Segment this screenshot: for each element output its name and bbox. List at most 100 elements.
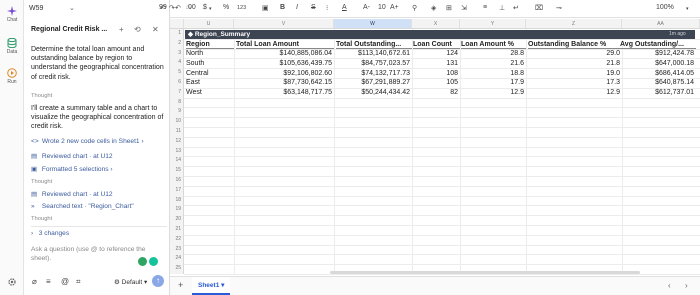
model-selector[interactable]: ⚙ Default ▾	[114, 278, 147, 286]
sheet-tab[interactable]: Sheet1 ▾	[192, 277, 231, 295]
wrap-text-icon[interactable]: ↵	[513, 4, 519, 12]
table-header[interactable]: Loan Amount %	[461, 40, 526, 49]
action-item[interactable]: <> Wrote 2 new code cells in Sheet1 ›	[31, 138, 144, 145]
row-header[interactable]: 15	[170, 166, 184, 176]
zoom-select[interactable]: 100%	[656, 4, 674, 11]
merge-cells-icon[interactable]: ⇲	[461, 4, 467, 12]
settings-sliders-icon[interactable]: ⌗	[76, 277, 81, 287]
table-header[interactable]: Total Outstanding...	[336, 40, 412, 49]
rail-item-run[interactable]: Run	[0, 68, 24, 85]
row-header[interactable]: 25	[170, 264, 184, 274]
grammarly-icon[interactable]	[149, 257, 158, 266]
database-icon[interactable]: ≡	[46, 277, 51, 286]
row-header[interactable]: 8	[170, 97, 184, 108]
fill-color-icon[interactable]: ◈	[431, 4, 436, 12]
table-header[interactable]: Avg Outstanding/...	[620, 40, 696, 49]
row-header[interactable]: 6	[170, 78, 184, 88]
table-cell[interactable]: 82	[412, 88, 460, 98]
align-left-icon[interactable]: ≡	[483, 4, 487, 11]
column-header[interactable]: U	[184, 19, 234, 29]
row-header[interactable]: 22	[170, 234, 184, 245]
table-header[interactable]: Outstanding Balance %	[528, 40, 622, 49]
row-header[interactable]: 1	[170, 29, 184, 39]
table-cell[interactable]: $84,757,023.57	[334, 59, 412, 69]
grammar-check-icon[interactable]	[138, 257, 147, 266]
row-header[interactable]: 20	[170, 215, 184, 225]
table-cell[interactable]: $87,730,642.15	[234, 78, 334, 88]
bold-button[interactable]: B	[280, 4, 285, 11]
font-size-value[interactable]: 10	[378, 4, 386, 11]
table-cell[interactable]: 131	[412, 59, 460, 69]
clear-format-icon[interactable]: ⌧	[535, 4, 543, 12]
table-title[interactable]: ◆ Region_Summary	[185, 30, 695, 39]
table-cell[interactable]: 19.0	[526, 69, 622, 79]
row-header[interactable]: 21	[170, 225, 184, 235]
attach-icon[interactable]: ⌀	[32, 277, 37, 286]
column-header[interactable]: W	[334, 19, 412, 29]
column-header[interactable]: V	[234, 19, 334, 29]
row-header[interactable]: 7	[170, 87, 184, 98]
row-header[interactable]: 11	[170, 127, 184, 137]
column-header[interactable]: Y	[460, 19, 526, 29]
table-cell[interactable]: $67,291,889.27	[334, 78, 412, 88]
currency-button[interactable]: $	[203, 4, 207, 11]
table-cell[interactable]: $912,424.78	[622, 49, 696, 59]
table-cell[interactable]: $74,132,717.73	[334, 69, 412, 79]
chevron-down-icon[interactable]: ▾	[686, 6, 689, 12]
save-icon[interactable]: ▣	[262, 4, 269, 12]
table-cell[interactable]: 105	[412, 78, 460, 88]
column-header[interactable]: Z	[526, 19, 622, 29]
changes-toggle[interactable]: › 3 changes	[31, 226, 167, 240]
row-header[interactable]: 12	[170, 136, 184, 147]
row-header[interactable]: 18	[170, 195, 184, 206]
borders-icon[interactable]: ⊞	[446, 4, 452, 12]
action-item[interactable]: ▤ Reviewed chart · at U12	[31, 152, 113, 160]
table-cell[interactable]: 17.3	[526, 78, 622, 88]
table-cell[interactable]: $640,875.14	[622, 78, 696, 88]
table-cell[interactable]: $50,244,434.42	[334, 88, 412, 98]
table-cell[interactable]: $612,737.01	[622, 88, 696, 98]
row-header[interactable]: 4	[170, 58, 184, 69]
thought-label[interactable]: Thought	[31, 179, 52, 185]
table-cell[interactable]: 124	[412, 49, 460, 59]
table-cell[interactable]: $92,106,802.60	[234, 69, 334, 79]
table-cell[interactable]: 18.8	[460, 69, 526, 79]
format-quote-button[interactable]: 99	[159, 4, 167, 11]
table-cell[interactable]: West	[186, 88, 234, 98]
column-header[interactable]: X	[412, 19, 460, 29]
row-header[interactable]: 13	[170, 146, 184, 157]
increase-font-button[interactable]: A+	[390, 4, 399, 11]
table-header[interactable]: Region	[186, 40, 234, 49]
select-all-corner[interactable]	[170, 19, 184, 29]
rail-item-data[interactable]: Data	[0, 38, 24, 55]
row-header[interactable]: 9	[170, 107, 184, 118]
row-header[interactable]: 14	[170, 156, 184, 167]
table-cell[interactable]: $140,885,086.04	[234, 49, 334, 59]
chevron-down-icon[interactable]: ▾	[209, 6, 212, 12]
table-cell[interactable]: 108	[412, 69, 460, 79]
row-header[interactable]: 16	[170, 176, 184, 186]
table-cell[interactable]: $686,414.05	[622, 69, 696, 79]
text-color-button[interactable]: A	[342, 4, 347, 11]
table-header[interactable]: Total Loan Amount	[236, 40, 334, 49]
percent-button[interactable]: %	[223, 4, 229, 11]
table-cell[interactable]: $63,148,717.75	[234, 88, 334, 98]
table-cell[interactable]: 21.8	[526, 59, 622, 69]
table-cell[interactable]: $113,140,672.61	[334, 49, 412, 59]
table-cell[interactable]: 12.9	[526, 88, 622, 98]
table-cell[interactable]: 12.9	[460, 88, 526, 98]
row-header[interactable]: 17	[170, 185, 184, 196]
row-header[interactable]: 3	[170, 48, 184, 59]
chat-input[interactable]: Ask a question (use @ to reference the s…	[31, 245, 151, 263]
add-sheet-button[interactable]: +	[178, 280, 183, 290]
send-button[interactable]: ↑	[152, 275, 164, 287]
table-cell[interactable]: Central	[186, 69, 234, 79]
table-cell[interactable]: $105,636,439.75	[234, 59, 334, 69]
action-item[interactable]: » Searched text · "Region_Chart"	[31, 203, 134, 210]
mention-icon[interactable]: @	[61, 277, 69, 286]
table-cell[interactable]: 28.8	[460, 49, 526, 59]
row-header[interactable]: 24	[170, 254, 184, 265]
history-icon[interactable]: ⟲	[134, 25, 141, 34]
horizontal-scrollbar[interactable]	[330, 271, 640, 274]
italic-button[interactable]: I	[296, 4, 298, 11]
